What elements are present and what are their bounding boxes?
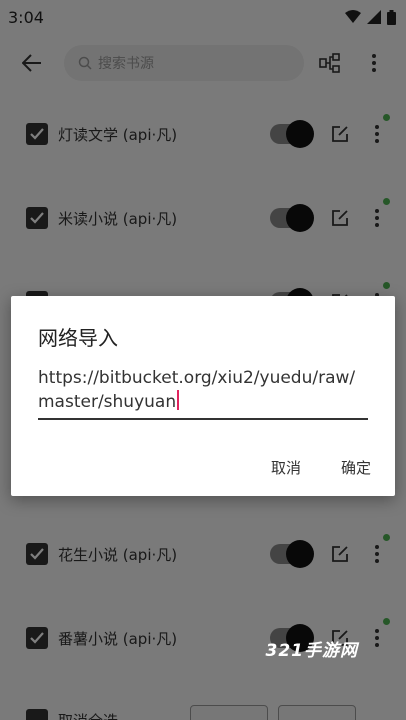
dialog-title: 网络导入 <box>38 326 118 350</box>
cancel-button[interactable]: 取消 <box>271 457 301 478</box>
url-input[interactable]: https://bitbucket.org/xiu2/yuedu/raw/mas… <box>38 366 368 420</box>
watermark: 321手游网 <box>265 641 358 661</box>
import-dialog: 网络导入 https://bitbucket.org/xiu2/yuedu/ra… <box>11 296 395 496</box>
url-input-value: https://bitbucket.org/xiu2/yuedu/raw/mas… <box>38 368 356 412</box>
confirm-button[interactable]: 确定 <box>341 457 371 478</box>
dialog-actions: 取消 确定 <box>271 457 371 478</box>
text-caret <box>177 390 180 410</box>
